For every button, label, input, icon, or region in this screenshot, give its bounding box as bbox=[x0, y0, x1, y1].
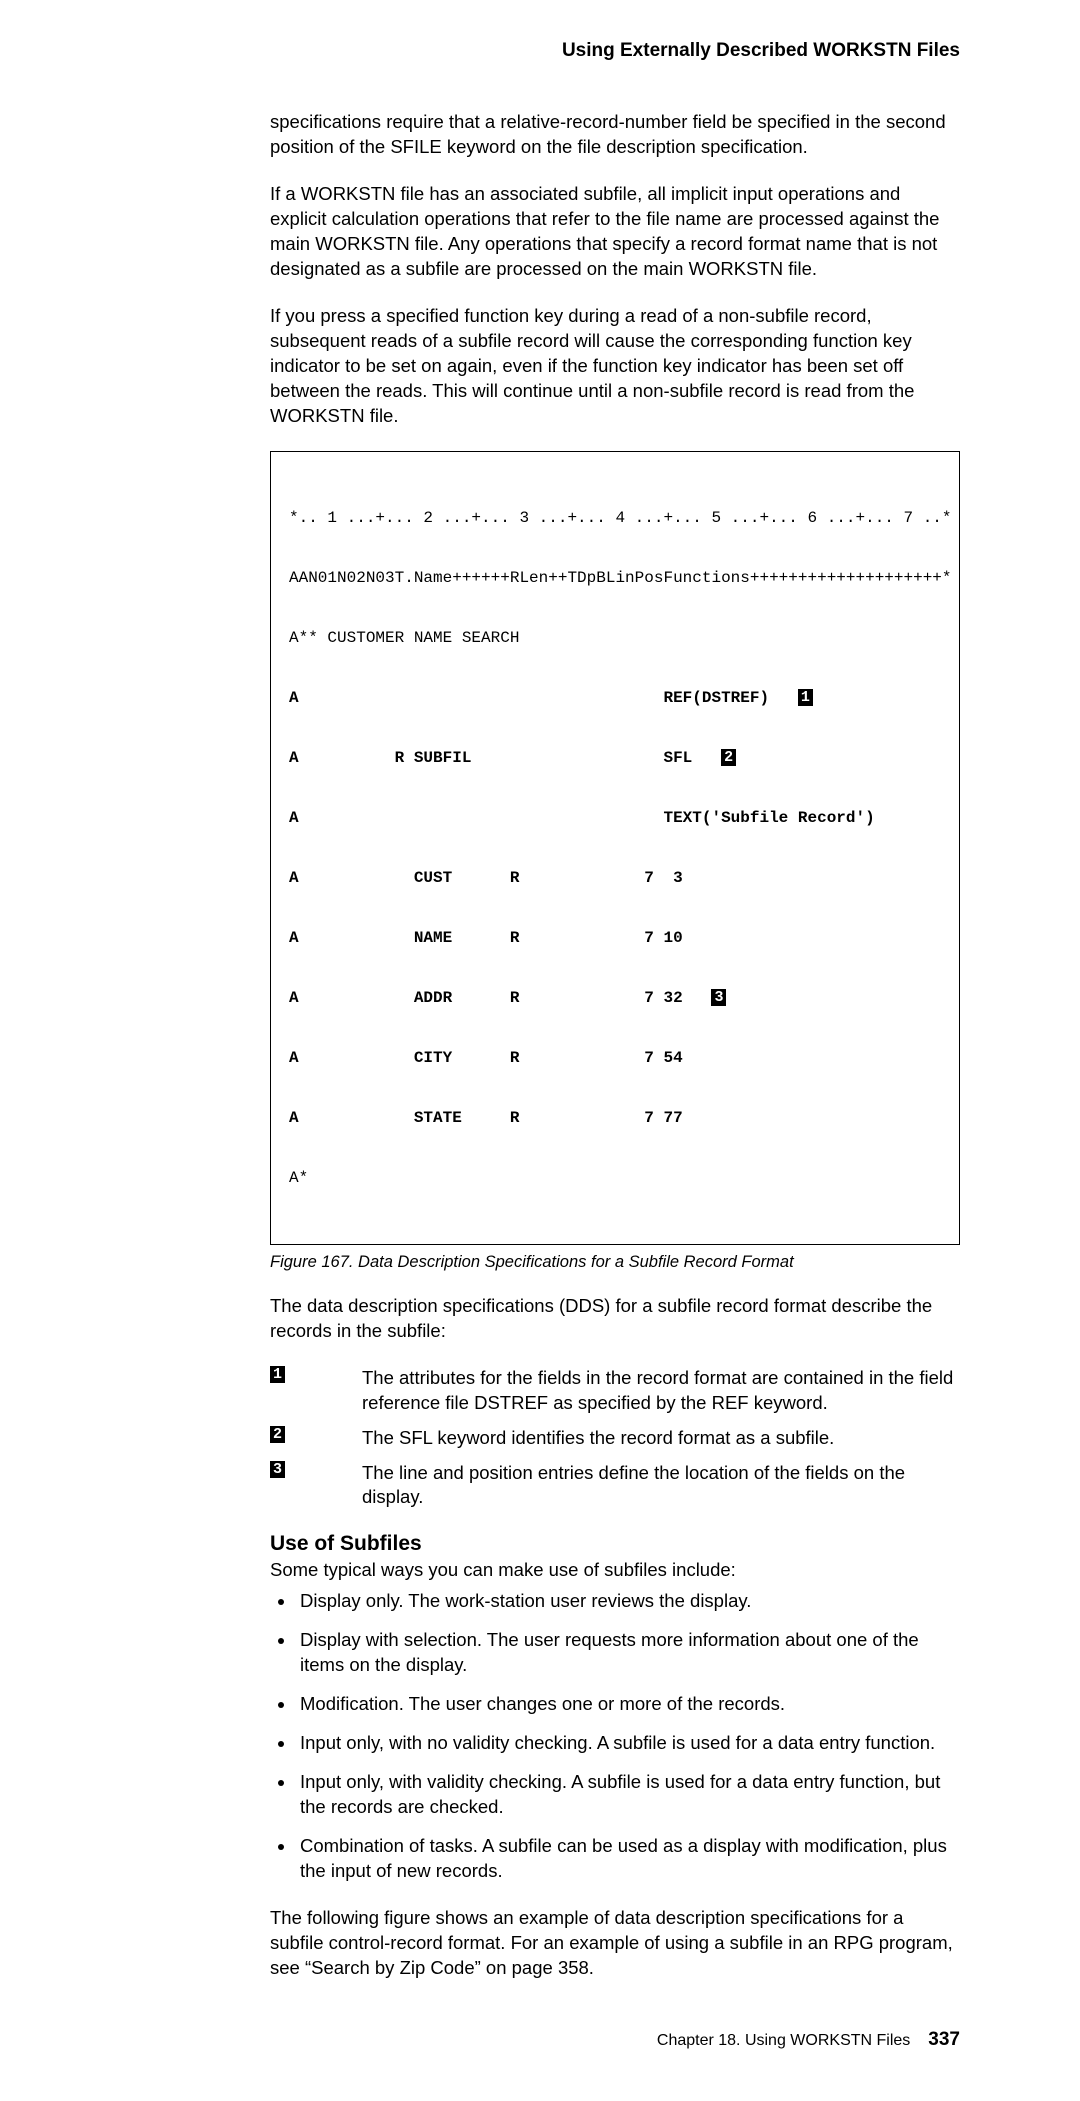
callout-index: 3 bbox=[270, 1461, 362, 1479]
code-bold: A REF(DSTREF) bbox=[289, 689, 798, 707]
code-bold: A R SUBFIL SFL bbox=[289, 749, 721, 767]
code-figure-box: *.. 1 ...+... 2 ...+... 3 ...+... 4 ...+… bbox=[270, 451, 960, 1245]
page: Using Externally Described WORKSTN Files… bbox=[0, 0, 1080, 2101]
paragraph: The data description specifications (DDS… bbox=[270, 1294, 960, 1344]
code-line: A* bbox=[289, 1168, 941, 1188]
callout-1-icon: 1 bbox=[798, 689, 813, 706]
code-line: A NAME R 7 10 bbox=[289, 928, 941, 948]
callout-text: The attributes for the fields in the rec… bbox=[362, 1366, 960, 1416]
callout-2-icon: 2 bbox=[721, 749, 736, 766]
callout-text: The line and position entries define the… bbox=[362, 1461, 960, 1511]
code-line: A TEXT('Subfile Record') bbox=[289, 808, 941, 828]
paragraph: The following figure shows an example of… bbox=[270, 1906, 960, 1981]
code-line: A STATE R 7 77 bbox=[289, 1108, 941, 1128]
code-line: A CUST R 7 3 bbox=[289, 868, 941, 888]
section-heading: Use of Subfiles bbox=[270, 1532, 960, 1556]
page-footer: Chapter 18. Using WORKSTN Files 337 bbox=[270, 2029, 960, 2051]
code-bold: A ADDR R 7 32 bbox=[289, 989, 711, 1007]
callout-note-row: 3 The line and position entries define t… bbox=[270, 1461, 960, 1511]
list-item: Display with selection. The user request… bbox=[296, 1628, 960, 1678]
footer-chapter: Chapter 18. Using WORKSTN Files bbox=[657, 2032, 910, 2050]
callout-text: The SFL keyword identifies the record fo… bbox=[362, 1426, 834, 1451]
list-item: Input only, with validity checking. A su… bbox=[296, 1770, 960, 1820]
list-item: Combination of tasks. A subfile can be u… bbox=[296, 1834, 960, 1884]
callout-3-icon: 3 bbox=[270, 1461, 285, 1478]
code-line: A** CUSTOMER NAME SEARCH bbox=[289, 628, 941, 648]
paragraph: If you press a specified function key du… bbox=[270, 304, 960, 429]
list-item: Modification. The user changes one or mo… bbox=[296, 1692, 960, 1717]
callout-notes: 1 The attributes for the fields in the r… bbox=[270, 1366, 960, 1511]
code-line: A CITY R 7 54 bbox=[289, 1048, 941, 1068]
code-line: A R SUBFIL SFL 2 bbox=[289, 748, 941, 768]
callout-note-row: 1 The attributes for the fields in the r… bbox=[270, 1366, 960, 1416]
bullet-list: Display only. The work-station user revi… bbox=[270, 1589, 960, 1884]
paragraph: If a WORKSTN file has an associated subf… bbox=[270, 182, 960, 282]
paragraph: specifications require that a relative-r… bbox=[270, 110, 960, 160]
code-line: AAN01N02N03T.Name++++++RLen++TDpBLinPosF… bbox=[289, 568, 941, 588]
page-number: 337 bbox=[928, 2029, 960, 2051]
code-line: A ADDR R 7 32 3 bbox=[289, 988, 941, 1008]
code-line: *.. 1 ...+... 2 ...+... 3 ...+... 4 ...+… bbox=[289, 508, 941, 528]
callout-index: 2 bbox=[270, 1426, 362, 1444]
code-line: A REF(DSTREF) 1 bbox=[289, 688, 941, 708]
callout-index: 1 bbox=[270, 1366, 362, 1384]
callout-1-icon: 1 bbox=[270, 1366, 285, 1383]
callout-3-icon: 3 bbox=[711, 989, 726, 1006]
callout-2-icon: 2 bbox=[270, 1426, 285, 1443]
figure-caption: Figure 167. Data Description Specificati… bbox=[270, 1253, 960, 1272]
running-head: Using Externally Described WORKSTN Files bbox=[270, 40, 960, 62]
list-item: Input only, with no validity checking. A… bbox=[296, 1731, 960, 1756]
paragraph: Some typical ways you can make use of su… bbox=[270, 1558, 960, 1583]
callout-note-row: 2 The SFL keyword identifies the record … bbox=[270, 1426, 960, 1451]
list-item: Display only. The work-station user revi… bbox=[296, 1589, 960, 1614]
